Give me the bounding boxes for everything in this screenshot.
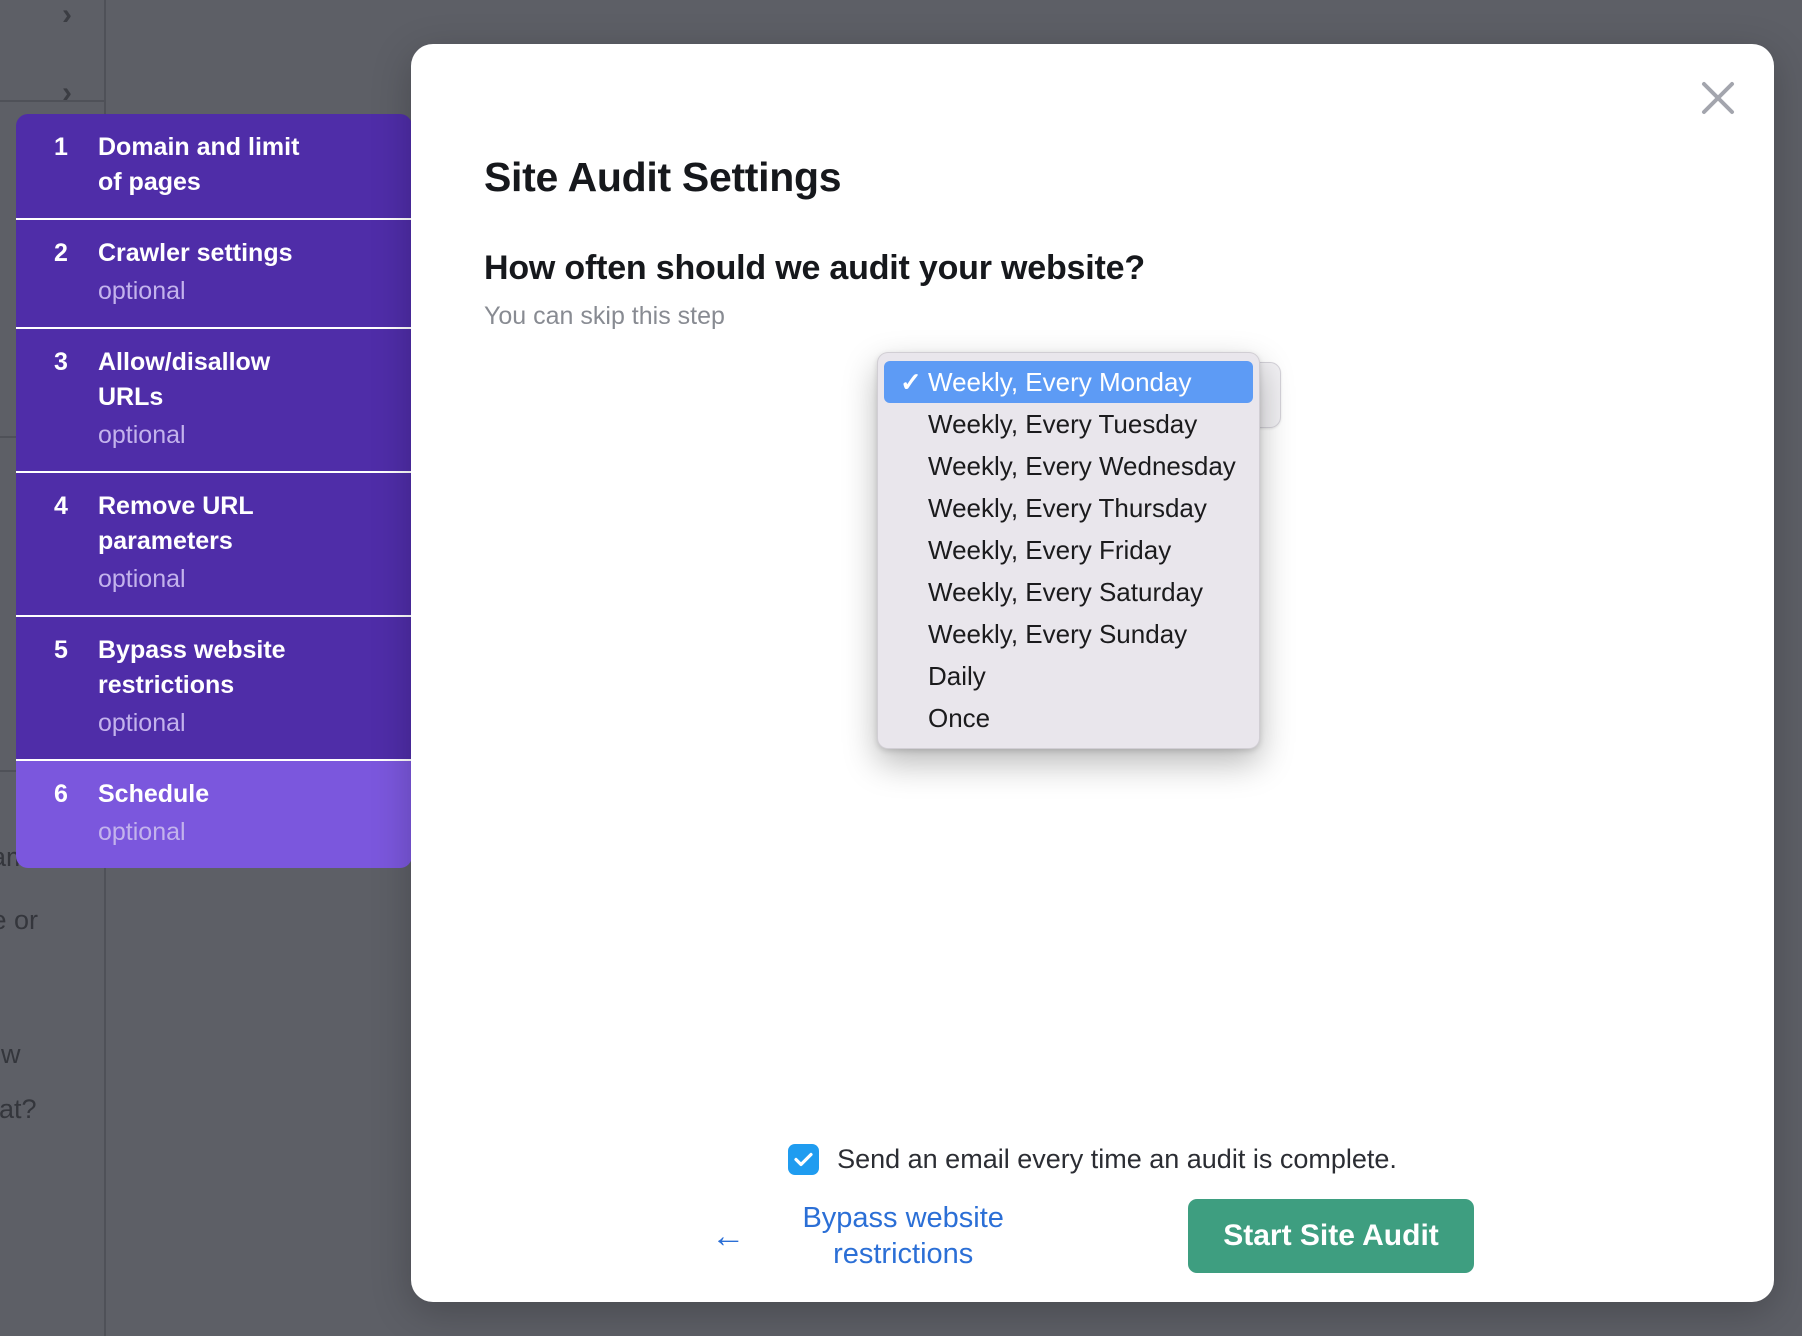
dropdown-option-weekly-every-friday[interactable]: Weekly, Every Friday — [878, 529, 1259, 571]
back-arrow-icon[interactable]: ← — [711, 1219, 745, 1253]
previous-step-link[interactable]: Bypass website restrictions — [773, 1200, 1033, 1272]
dropdown-option-label: Weekly, Every Tuesday — [928, 409, 1198, 439]
dropdown-option-weekly-every-wednesday[interactable]: Weekly, Every Wednesday — [878, 445, 1259, 487]
send-email-checkbox[interactable] — [788, 1144, 820, 1175]
step-title: Crawler settings — [98, 239, 293, 267]
dropdown-option-label: Daily — [928, 661, 986, 691]
step-optional-label: optional — [98, 421, 186, 449]
sidebar-step-domain-and-limit-of-pages[interactable]: 1 Domain and limit of pages — [16, 114, 412, 220]
dropdown-option-weekly-every-sunday[interactable]: Weekly, Every Sunday — [878, 613, 1259, 655]
step-number: 5 — [54, 636, 68, 664]
check-icon: ✓ — [900, 367, 922, 397]
site-audit-settings-modal: Site Audit Settings How often should we … — [411, 44, 1774, 1302]
background-text-fragment: nat? — [0, 1094, 37, 1124]
dropdown-option-weekly-every-tuesday[interactable]: Weekly, Every Tuesday — [878, 403, 1259, 445]
sidebar-step-schedule[interactable]: 6 Schedule optional — [16, 761, 412, 868]
chevron-right-icon[interactable]: › — [52, 78, 82, 108]
dropdown-option-weekly-every-saturday[interactable]: Weekly, Every Saturday — [878, 571, 1259, 613]
step-optional-label: optional — [98, 565, 186, 593]
schedule-dropdown-list: ✓ Weekly, Every Monday Weekly, Every Tue… — [877, 352, 1260, 749]
step-title: Allow/disallow URLs — [98, 348, 271, 411]
start-site-audit-button[interactable]: Start Site Audit — [1188, 1199, 1474, 1273]
dropdown-option-label: Weekly, Every Thursday — [928, 493, 1207, 523]
step-optional-label: optional — [98, 277, 186, 305]
dropdown-option-once[interactable]: Once — [878, 697, 1259, 739]
step-number: 6 — [54, 780, 68, 808]
sidebar-step-bypass-website-restrictions[interactable]: 5 Bypass website restrictions optional — [16, 617, 412, 761]
section-heading: How often should we audit your website? — [484, 249, 1145, 287]
section-subnote: You can skip this step — [484, 302, 725, 330]
dropdown-option-weekly-every-monday[interactable]: ✓ Weekly, Every Monday — [884, 361, 1253, 403]
step-number: 2 — [54, 239, 68, 267]
close-icon[interactable] — [1690, 70, 1746, 126]
step-number: 4 — [54, 492, 68, 520]
step-number: 3 — [54, 348, 68, 376]
dropdown-option-label: Weekly, Every Sunday — [928, 619, 1188, 649]
chevron-right-icon[interactable]: › — [52, 0, 82, 30]
dropdown-option-label: Weekly, Every Monday — [928, 367, 1192, 397]
step-title: Remove URL parameters — [98, 492, 254, 555]
dropdown-option-label: Weekly, Every Wednesday — [928, 451, 1236, 481]
step-title: Bypass website restrictions — [98, 636, 286, 699]
step-title: Schedule — [98, 780, 210, 808]
sidebar-step-remove-url-parameters[interactable]: 4 Remove URL parameters optional — [16, 473, 412, 617]
dropdown-option-label: Weekly, Every Saturday — [928, 577, 1204, 607]
email-notification-row: Send an email every time an audit is com… — [411, 1144, 1774, 1175]
dropdown-option-label: Weekly, Every Friday — [928, 535, 1172, 565]
background-text-fragment: ew — [0, 1039, 21, 1069]
step-optional-label: optional — [98, 709, 186, 737]
sidebar-step-allow-disallow-urls[interactable]: 3 Allow/disallow URLs optional — [16, 329, 412, 473]
step-optional-label: optional — [98, 818, 186, 846]
sidebar-step-crawler-settings[interactable]: 2 Crawler settings optional — [16, 220, 412, 329]
dropdown-option-label: Once — [928, 703, 991, 733]
background-text-fragment: se or — [0, 905, 39, 935]
send-email-label: Send an email every time an audit is com… — [837, 1144, 1397, 1174]
settings-stepper-sidebar: 1 Domain and limit of pages 2 Crawler se… — [16, 114, 412, 868]
step-title: Domain and limit of pages — [98, 133, 300, 196]
step-number: 1 — [54, 133, 68, 161]
modal-footer: ← Bypass website restrictions Start Site… — [411, 1199, 1774, 1273]
dropdown-option-daily[interactable]: Daily — [878, 655, 1259, 697]
dropdown-option-weekly-every-thursday[interactable]: Weekly, Every Thursday — [878, 487, 1259, 529]
page-title: Site Audit Settings — [484, 154, 842, 200]
